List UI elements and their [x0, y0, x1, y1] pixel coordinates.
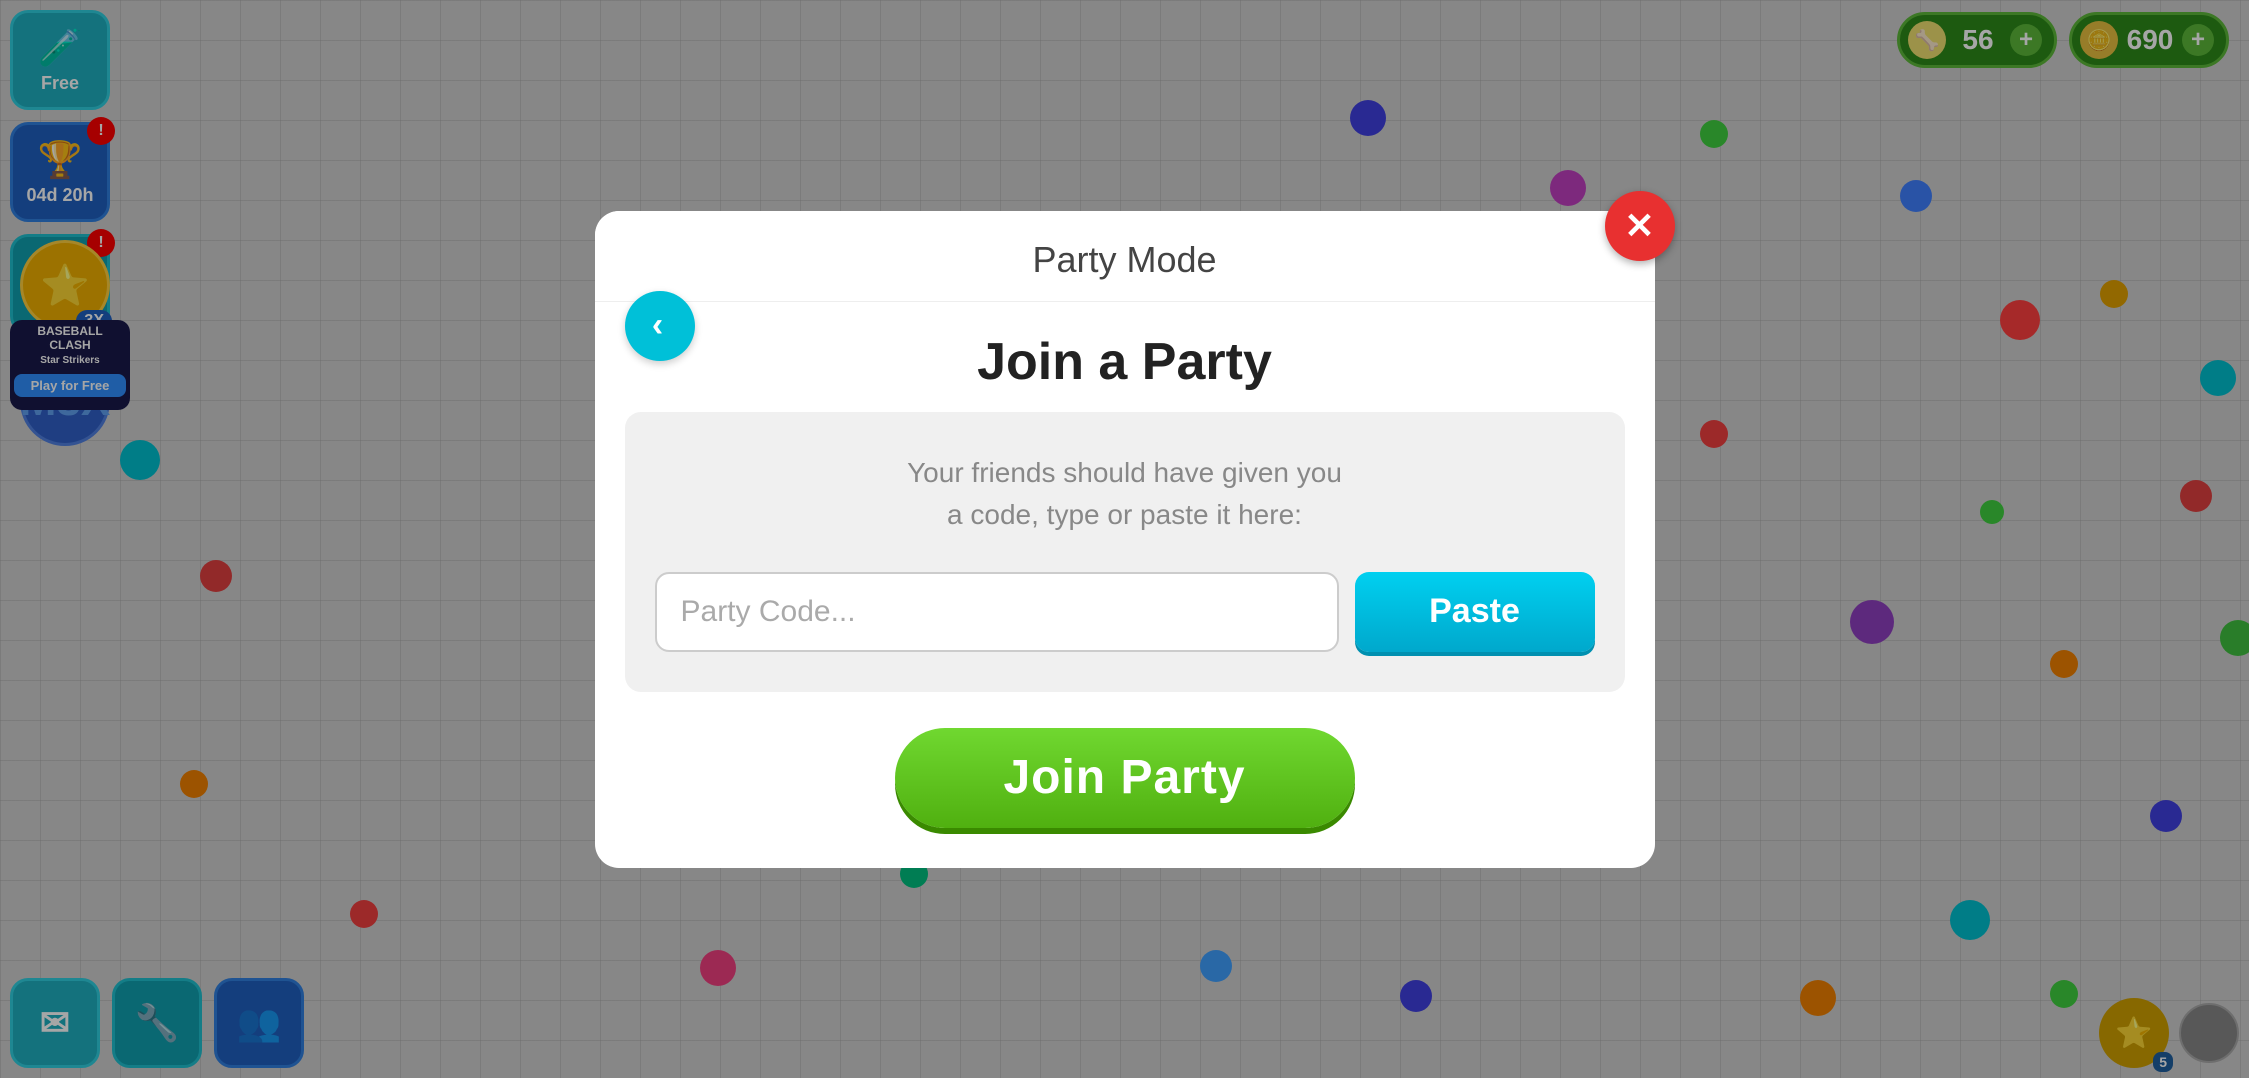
paste-button[interactable]: Paste [1355, 572, 1595, 652]
code-row: Paste [655, 572, 1595, 652]
back-button[interactable]: ‹ [625, 291, 695, 361]
modal-heading: Join a Party [595, 302, 1655, 412]
close-button[interactable]: ✕ [1605, 191, 1675, 261]
party-code-input[interactable] [655, 572, 1339, 652]
modal-title-bar: Party Mode [595, 211, 1655, 302]
instructions-text: Your friends should have given youa code… [655, 452, 1595, 536]
close-icon: ✕ [1624, 205, 1654, 247]
modal-dialog: Party Mode ‹ ✕ Join a Party Your friends… [595, 211, 1655, 868]
join-party-button[interactable]: Join Party [895, 728, 1355, 828]
chevron-left-icon: ‹ [652, 306, 663, 345]
modal-title: Party Mode [635, 239, 1615, 301]
modal-overlay: Party Mode ‹ ✕ Join a Party Your friends… [0, 0, 2249, 1078]
code-entry-area: Your friends should have given youa code… [625, 412, 1625, 692]
